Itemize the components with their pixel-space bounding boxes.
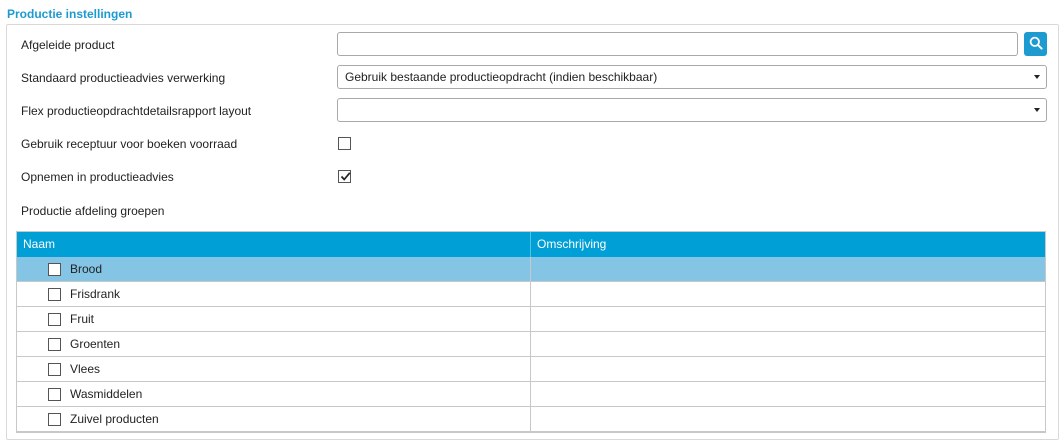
row-name: Frisdrank: [70, 287, 121, 301]
groups-label: Productie afdeling groepen: [21, 204, 165, 218]
cell-divider: [530, 257, 531, 281]
row-name: Groenten: [70, 337, 121, 351]
groups-grid: Naam Omschrijving Brood Frisdrank Fruit …: [16, 231, 1046, 433]
standard-advice-value: Gebruik bestaande productieopdracht (ind…: [345, 70, 658, 84]
table-row[interactable]: Groenten: [17, 332, 1045, 357]
row-name: Wasmiddelen: [70, 387, 143, 401]
table-row[interactable]: Zuivel producten: [17, 407, 1045, 432]
column-header-description[interactable]: Omschrijving: [537, 232, 606, 257]
table-row[interactable]: Frisdrank: [17, 282, 1045, 307]
row-name: Zuivel producten: [70, 412, 159, 426]
table-row[interactable]: Wasmiddelen: [17, 382, 1045, 407]
derived-product-label: Afgeleide product: [21, 38, 115, 52]
checkmark-icon: [340, 172, 351, 181]
cell-divider: [530, 407, 531, 431]
row-name: Fruit: [70, 312, 94, 326]
row-name: Brood: [70, 262, 103, 276]
include-advice-label: Opnemen in productieadvies: [21, 170, 174, 184]
row-checkbox[interactable]: [48, 388, 61, 401]
flex-layout-select[interactable]: [337, 98, 1047, 122]
chevron-down-icon: [1034, 108, 1040, 112]
row-checkbox[interactable]: [48, 338, 61, 351]
table-row[interactable]: Brood: [17, 257, 1045, 282]
chevron-down-icon: [1034, 75, 1040, 79]
column-divider: [530, 232, 531, 257]
row-checkbox[interactable]: [48, 363, 61, 376]
section-title: Productie instellingen: [7, 7, 133, 21]
row-checkbox[interactable]: [48, 288, 61, 301]
derived-product-input[interactable]: [337, 32, 1018, 56]
row-checkbox[interactable]: [48, 263, 61, 276]
table-row[interactable]: Fruit: [17, 307, 1045, 332]
column-header-name[interactable]: Naam: [23, 232, 55, 257]
standard-advice-label: Standaard productieadvies verwerking: [21, 71, 226, 85]
include-advice-checkbox[interactable]: [338, 170, 351, 183]
standard-advice-select[interactable]: Gebruik bestaande productieopdracht (ind…: [337, 65, 1047, 89]
table-row[interactable]: Vlees: [17, 357, 1045, 382]
search-icon: [1029, 36, 1043, 53]
flex-layout-label: Flex productieopdrachtdetailsrapport lay…: [21, 104, 252, 118]
use-recipe-label: Gebruik receptuur voor boeken voorraad: [21, 137, 238, 151]
use-recipe-checkbox[interactable]: [338, 137, 351, 150]
cell-divider: [530, 382, 531, 406]
row-checkbox[interactable]: [48, 313, 61, 326]
row-checkbox[interactable]: [48, 413, 61, 426]
cell-divider: [530, 282, 531, 306]
grid-header: Naam Omschrijving: [17, 232, 1045, 257]
cell-divider: [530, 332, 531, 356]
cell-divider: [530, 357, 531, 381]
cell-divider: [530, 307, 531, 331]
row-name: Vlees: [70, 362, 101, 376]
search-button[interactable]: [1024, 32, 1047, 56]
